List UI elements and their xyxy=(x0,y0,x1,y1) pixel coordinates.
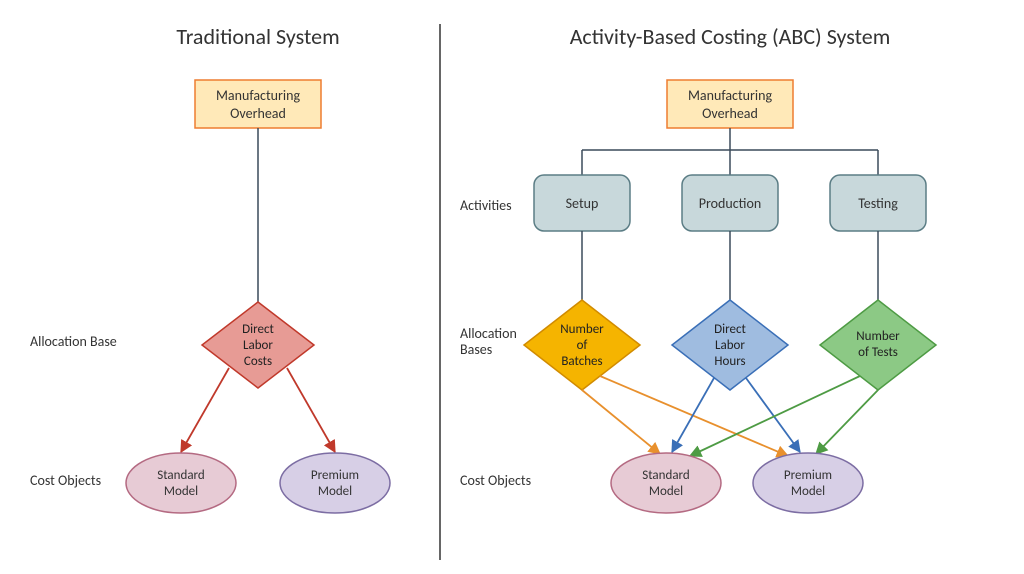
abc-activity-testing: Testing xyxy=(830,175,926,231)
abc-alloc-label-line2: Bases xyxy=(460,341,492,358)
abc-arrow-hours-std xyxy=(672,378,714,452)
abc-title: Activity-Based Costing (ABC) System xyxy=(570,23,891,50)
svg-text:Labor: Labor xyxy=(243,338,273,353)
svg-text:Testing: Testing xyxy=(858,195,898,212)
trad-cost-objects-label: Cost Objects xyxy=(30,472,101,489)
trad-object-standard: Standard Model xyxy=(126,453,236,513)
trad-arrow-left xyxy=(181,368,229,452)
svg-text:Model: Model xyxy=(318,484,352,499)
trad-overhead-line2: Overhead xyxy=(230,105,286,122)
svg-text:Standard: Standard xyxy=(157,468,204,483)
traditional-title: Traditional System xyxy=(176,23,339,50)
trad-overhead-line1: Manufacturing xyxy=(216,87,301,104)
abc-arrow-batches-prem xyxy=(600,376,788,456)
abc-system-panel: Activity-Based Costing (ABC) System Manu… xyxy=(460,23,936,513)
trad-allocation-diamond: Direct Labor Costs xyxy=(202,302,314,388)
trad-overhead-box: Manufacturing Overhead xyxy=(195,80,321,128)
abc-object-standard: Standard Model xyxy=(611,453,721,513)
abc-diamond-batches: Number of Batches xyxy=(524,300,640,390)
abc-alloc-label-line1: Allocation xyxy=(460,325,517,342)
trad-arrow-right xyxy=(287,368,335,452)
svg-text:Number: Number xyxy=(856,329,900,344)
abc-diamond-hours: Direct Labor Hours xyxy=(672,300,788,390)
traditional-system-panel: Traditional System Manufacturing Overhea… xyxy=(30,23,390,513)
abc-overhead-box: Manufacturing Overhead xyxy=(667,80,793,128)
svg-text:Model: Model xyxy=(164,484,198,499)
abc-activity-setup: Setup xyxy=(534,175,630,231)
abc-activity-production: Production xyxy=(682,175,778,231)
svg-text:Labor: Labor xyxy=(715,338,745,353)
abc-arrow-tests-prem xyxy=(816,390,878,454)
svg-text:Batches: Batches xyxy=(561,354,602,369)
abc-activities-label: Activities xyxy=(460,197,512,214)
svg-text:Costs: Costs xyxy=(244,354,272,369)
svg-text:Premium: Premium xyxy=(311,468,359,483)
svg-text:Premium: Premium xyxy=(784,468,832,483)
svg-text:Number: Number xyxy=(560,322,604,337)
svg-text:Manufacturing: Manufacturing xyxy=(688,87,773,104)
trad-object-premium: Premium Model xyxy=(280,453,390,513)
svg-text:Model: Model xyxy=(791,484,825,499)
svg-text:of: of xyxy=(577,338,588,353)
svg-text:Direct: Direct xyxy=(242,322,274,337)
svg-text:Setup: Setup xyxy=(566,195,599,212)
svg-text:Direct: Direct xyxy=(714,322,746,337)
abc-object-premium: Premium Model xyxy=(753,453,863,513)
trad-allocation-label: Allocation Base xyxy=(30,333,117,350)
abc-cost-objects-label: Cost Objects xyxy=(460,472,531,489)
svg-text:Production: Production xyxy=(699,195,761,212)
svg-text:of Tests: of Tests xyxy=(858,345,898,360)
abc-diamond-tests: Number of Tests xyxy=(820,300,936,390)
costing-systems-diagram: Traditional System Manufacturing Overhea… xyxy=(0,0,1024,574)
svg-text:Model: Model xyxy=(649,484,683,499)
abc-arrow-batches-std xyxy=(582,390,660,454)
svg-text:Standard: Standard xyxy=(642,468,689,483)
svg-text:Hours: Hours xyxy=(714,354,745,369)
svg-text:Overhead: Overhead xyxy=(702,105,758,122)
abc-arrow-tests-std xyxy=(690,376,860,456)
abc-tree-connector xyxy=(582,128,878,175)
